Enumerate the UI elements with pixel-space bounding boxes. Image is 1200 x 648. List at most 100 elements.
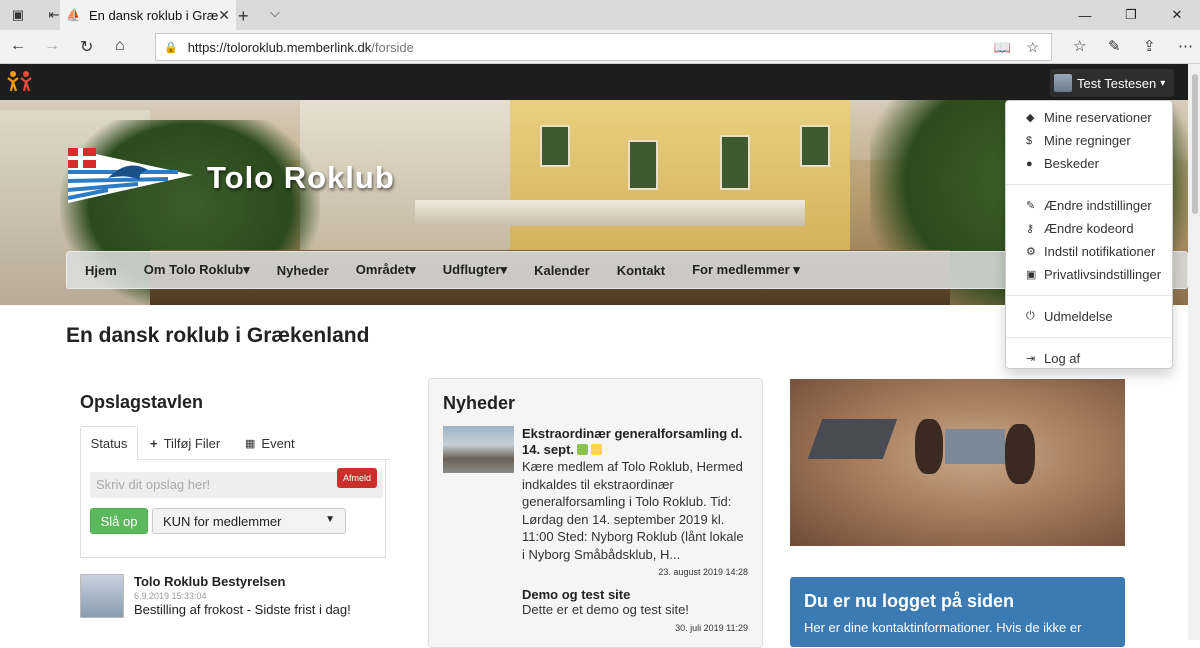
tab-event-label: Event [261,435,295,451]
forward-icon[interactable]: → [44,37,60,55]
menu-item-messages[interactable]: ● Beskeder [1006,152,1172,175]
cogs-icon: ⚙ [1026,246,1036,258]
afmeld-button[interactable]: Afmeld [337,468,377,488]
more-icon[interactable]: ⋯ [1178,37,1193,55]
menu-item-notifications[interactable]: ⚙ Indstil notifikationer [1006,240,1172,263]
dollar-icon: $ [1026,134,1033,147]
comments-icon: ● [1026,157,1033,170]
edit-icon: ✎ [1026,200,1036,212]
url-path: /forside [371,39,414,55]
audience-select[interactable]: KUN for medlemmer ▼ [152,508,346,534]
logged-in-info-box: Du er nu logget på siden Her er dine kon… [790,577,1125,647]
site-logo-icon[interactable] [6,69,34,93]
menu-item-label: Ændre kodeord [1044,221,1134,236]
menu-item-label: Udmeldelse [1044,309,1113,324]
address-bar[interactable]: 🔒 https://toloroklub.memberlink.dk/forsi… [155,33,1052,61]
menu-divider [1006,184,1172,185]
tab-event[interactable]: ▦ Event [245,426,295,460]
site-top-nav: Test Testesen ▾ [0,64,1188,100]
nav-item-udflugter[interactable]: Udflugter▾ [443,262,507,278]
photo-person [1005,424,1035,484]
post-submit-button[interactable]: Slå op [90,508,148,534]
avatar[interactable] [80,574,124,618]
tab-add-files[interactable]: + Tilføj Filer [150,426,220,460]
tab-preview-chevron-icon[interactable]: ⌵ [270,5,280,21]
news-thumbnail[interactable] [443,426,514,473]
news-item-title[interactable]: Ekstraordinær generalforsamling d. 14. s… [522,426,748,458]
nav-item-nyheder[interactable]: Nyheder [277,263,329,278]
favorites-icon[interactable]: ☆ [1073,37,1086,55]
hero-awning [415,200,805,226]
tab-actions-icon[interactable]: ▣ [0,0,36,30]
hero-window [540,125,570,167]
news-item: Ekstraordinær generalforsamling d. 14. s… [443,426,748,577]
news-item-date: 23. august 2019 14:28 [658,567,748,577]
post-text: Bestilling af frokost - Sidste frist i d… [134,602,351,617]
nav-item-omraadet[interactable]: Området▾ [356,262,416,278]
tab-add-files-label: Tilføj Filer [163,435,221,451]
home-icon[interactable]: ⌂ [115,37,125,55]
hero-window [720,135,750,190]
lock-icon: ▣ [1026,269,1037,281]
browser-tab[interactable]: ⛵ En dansk roklub i Græke ✕ [60,0,236,30]
share-icon[interactable]: ⇪ [1143,37,1156,55]
tab-status[interactable]: Status [80,426,138,460]
nav-item-hjem[interactable]: Hjem [85,263,117,278]
bulletin-board: Opslagstavlen Status + Tilføj Filer ▦ Even… [80,392,390,618]
key-icon: ⚷ [1026,223,1035,235]
web-notes-icon[interactable]: ✎ [1108,37,1121,55]
caret-down-icon: ▾ [1160,77,1166,89]
photo-table [807,419,898,459]
browser-toolbar: ← → ↻ ⌂ 🔒 https://toloroklub.memberlink.… [0,30,1200,64]
menu-item-reservations[interactable]: ◆ Mine reservationer [1006,106,1172,129]
hero-window [628,140,658,190]
new-tab-icon[interactable]: + [238,6,249,27]
menu-item-label: Beskeder [1044,156,1099,171]
close-window-icon[interactable]: ✕ [1154,0,1200,30]
tag-icon: ◆ [1026,112,1035,124]
url-host: https://toloroklub.memberlink.dk [187,39,372,55]
post-author[interactable]: Tolo Roklub Bestyrelsen [134,574,351,589]
close-tab-icon[interactable]: ✕ [218,7,230,24]
maximize-icon[interactable]: ❐ [1108,0,1154,30]
menu-item-unsubscribe[interactable]: ⏻ Udmeldelse [1006,305,1172,328]
photo-person [915,419,943,474]
news-item-body: Kære medlem af Tolo Roklub, Hermed indka… [522,459,744,562]
power-icon: ⏻ [1026,310,1035,322]
hero-window [800,125,830,167]
user-menu-button[interactable]: Test Testesen ▾ [1050,69,1174,97]
news-item-date: 30. juli 2019 11:29 [675,623,748,633]
news-item-title[interactable]: Demo og test site [522,587,748,602]
site-brand[interactable]: Tolo Roklub [207,160,395,196]
page-scrollbar[interactable] [1188,64,1200,640]
club-flag-logo[interactable] [68,148,193,203]
menu-item-password[interactable]: ⚷ Ændre kodeord [1006,217,1172,240]
news-title: Nyheder [443,393,516,413]
calendar-icon: ▦ [245,437,256,450]
menu-item-privacy[interactable]: ▣ Privatlivsindstillinger [1006,263,1172,286]
menu-item-label: Privatlivsindstillinger [1044,267,1162,282]
user-avatar [1054,74,1072,92]
menu-item-settings[interactable]: ✎ Ændre indstillinger [1006,194,1172,217]
menu-item-bills[interactable]: $ Mine regninger [1006,129,1172,152]
beach-photo [790,379,1125,546]
refresh-icon[interactable]: ↻ [80,37,93,57]
reading-view-icon[interactable]: 📖 [994,39,1011,56]
board-title: Opslagstavlen [80,392,204,412]
nav-item-for-medlemmer[interactable]: For medlemmer ▾ [692,262,800,278]
back-icon[interactable]: ← [10,37,26,55]
menu-item-label: Mine reservationer [1044,110,1152,125]
scrollbar-thumb[interactable] [1192,74,1198,214]
nav-item-kontakt[interactable]: Kontakt [617,263,665,278]
nav-item-kalender[interactable]: Kalender [534,263,590,278]
lock-icon: 🔒 [164,41,178,54]
plus-icon: + [150,435,158,451]
info-title: Du er nu logget på siden [804,591,1015,611]
user-dropdown-menu: ◆ Mine reservationer $ Mine regninger ● Bes… [1005,100,1173,369]
favorite-star-icon[interactable]: ☆ [1026,39,1039,56]
menu-item-logout[interactable]: ⇥ Log af [1006,347,1172,370]
menu-divider [1006,295,1172,296]
menu-divider [1006,337,1172,338]
nav-item-om-tolo-roklub[interactable]: Om Tolo Roklub▾ [144,262,250,278]
minimize-icon[interactable]: — [1062,0,1108,30]
